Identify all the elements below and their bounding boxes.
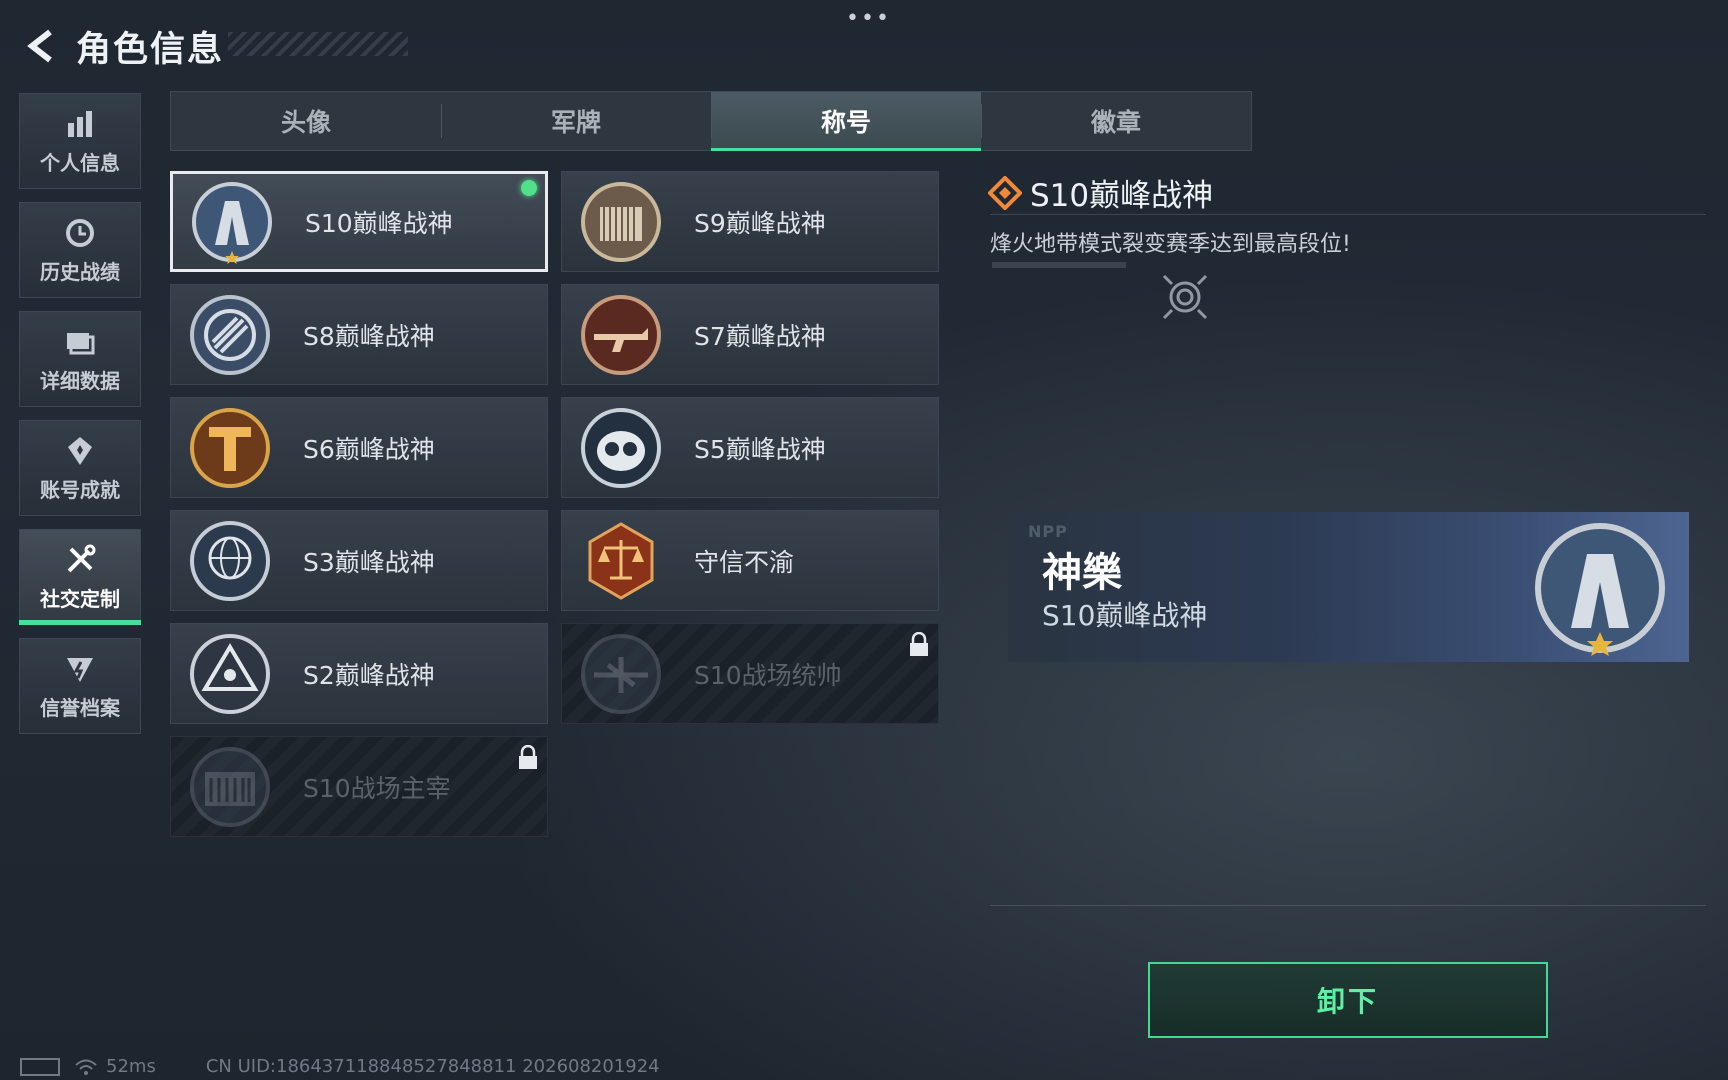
s10-tower-emblem-icon [192,181,272,264]
tab-avatar[interactable]: 头像 [171,92,441,150]
s10-tower-emblem-icon [1535,523,1665,656]
sidebar-item-achievements[interactable]: 账号成就 [19,420,141,516]
title-card-label: S10战场主宰 [303,773,451,803]
s3-globe-emblem-icon [190,520,270,601]
sidebar-item-credit-record[interactable]: 信誉档案 [19,638,141,734]
detail-header: S10巅峰战神 [988,170,1213,215]
back-arrow-icon[interactable] [22,26,62,66]
tab-badge[interactable]: 徽章 [981,92,1251,150]
more-menu-icon[interactable]: ••• [846,6,891,31]
s6-letter-t-emblem-icon [190,407,270,488]
detail-decoration [992,262,1126,268]
sidebar-item-label: 账号成就 [40,477,120,502]
tab-bar: 头像 军牌 称号 徽章 [170,91,1252,151]
sidebar: 个人信息 历史战绩 详细数据 账号成就 社交定制 信誉档案 [19,93,143,747]
uid-text: CN UID:18643711884852784881‌1 2026082019… [205,1056,660,1077]
title-card-label: S8巅峰战神 [303,321,435,351]
target-icon [1162,274,1208,320]
page-title: 角色信息 [76,29,225,70]
unequip-button[interactable]: 卸下 [1148,962,1548,1038]
scales-justice-emblem-icon [588,521,654,600]
title-preview-banner: NPP 神樂 S10巅峰战神 [1008,512,1689,662]
ping-value: 52ms [106,1056,156,1077]
tab-title[interactable]: 称号 [711,92,981,151]
sidebar-item-social-custom[interactable]: 社交定制 [19,529,141,625]
title-card-label: 守信不渝 [694,547,795,577]
sidebar-item-label: 社交定制 [40,586,120,611]
header-decoration [228,32,408,56]
unequip-button-label: 卸下 [1316,985,1379,1018]
title-card-s5-peak[interactable]: S5巅峰战神 [561,397,939,498]
title-card-s10-commander[interactable]: S10战场统帅 [561,623,939,724]
history-clock-icon [66,218,94,247]
title-card-label: S6巅峰战神 [303,434,435,464]
title-card-s6-peak[interactable]: S6巅峰战神 [170,397,548,498]
player-name: 神樂 [1042,550,1122,596]
s9-building-emblem-icon [581,181,661,262]
title-card-label: S9巅峰战神 [694,208,826,238]
title-card-label: S7巅峰战神 [694,321,826,351]
title-card-s10-dominator[interactable]: S10战场主宰 [170,736,548,837]
title-card-label: S10巅峰战神 [305,208,453,238]
s7-rifle-emblem-icon [581,294,661,375]
detail-description: 烽火地带模式裂变赛季达到最高段位! [990,232,1351,257]
sidebar-item-label: 详细数据 [40,368,120,393]
page-header: 角色信息 [22,22,224,70]
aircraft-emblem-icon [581,633,661,714]
title-grid: S10巅峰战神 S9巅峰战神 S8巅峰战神 S7巅峰战神 S6巅峰战神 S5巅峰… [170,171,939,837]
colosseum-emblem-icon [190,746,270,827]
title-card-s3-peak[interactable]: S3巅峰战神 [170,510,548,611]
title-card-s10-peak[interactable]: S10巅峰战神 [170,171,548,272]
status-bar: 52ms CN UID:18643711884852784881‌1 20260… [20,1056,660,1077]
s5-skull-mask-emblem-icon [581,407,661,488]
wifi-icon [75,1059,97,1075]
title-card-label: S2巅峰战神 [303,660,435,690]
tab-dogtag[interactable]: 军牌 [441,92,711,150]
title-card-s9-peak[interactable]: S9巅峰战神 [561,171,939,272]
sidebar-item-label: 个人信息 [40,150,120,175]
bar-chart-icon [68,110,92,137]
tools-icon [67,544,96,572]
diamond-title-icon [988,175,1022,210]
divider [990,214,1706,215]
sidebar-item-personal-info[interactable]: 个人信息 [19,93,141,189]
title-card-label: S10战场统帅 [694,660,842,690]
shield-credit-icon [67,657,93,682]
lock-icon [519,745,537,769]
title-card-label: S3巅峰战神 [303,547,435,577]
s8-stripes-emblem-icon [190,294,270,375]
lock-icon [910,632,928,656]
divider [990,905,1706,906]
sidebar-item-label: 信誉档案 [40,695,120,720]
s2-triangle-emblem-icon [190,633,270,714]
sidebar-item-detail-data[interactable]: 详细数据 [19,311,141,407]
equipped-indicator [521,180,537,196]
folder-data-icon [67,332,95,354]
title-card-s8-peak[interactable]: S8巅峰战神 [170,284,548,385]
achievement-badge-icon [68,436,92,465]
sidebar-item-label: 历史战绩 [40,259,120,284]
title-card-faithful[interactable]: 守信不渝 [561,510,939,611]
battery-icon [20,1057,60,1076]
detail-title: S10巅峰战神 [1030,178,1214,214]
title-card-label: S5巅峰战神 [694,434,826,464]
sidebar-item-history[interactable]: 历史战绩 [19,202,141,298]
preview-title: S10巅峰战神 [1042,599,1208,632]
title-card-s7-peak[interactable]: S7巅峰战神 [561,284,939,385]
title-card-s2-peak[interactable]: S2巅峰战神 [170,623,548,724]
banner-watermark: NPP [1028,522,1068,541]
